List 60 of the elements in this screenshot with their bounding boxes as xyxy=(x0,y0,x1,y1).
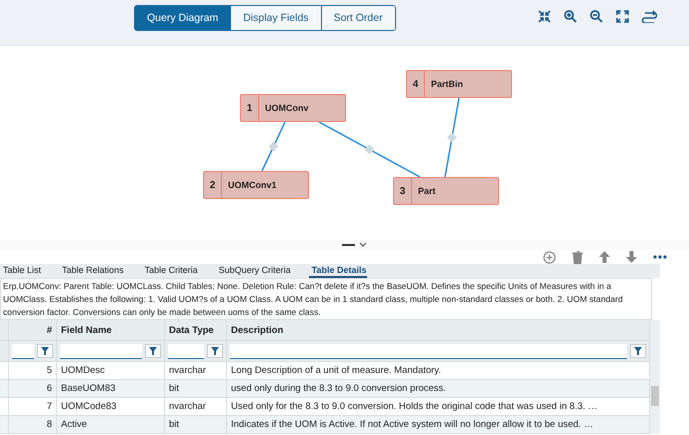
arrow-down-icon[interactable] xyxy=(626,251,637,263)
scrollbar[interactable] xyxy=(650,320,660,434)
table-number: 1 xyxy=(241,95,259,121)
collapse-icon[interactable] xyxy=(538,10,551,23)
arrow-up-icon[interactable] xyxy=(599,251,610,263)
filter-field[interactable] xyxy=(60,344,142,358)
column-header[interactable]: Field Name xyxy=(57,320,165,340)
expand-icon[interactable] xyxy=(616,10,629,23)
table-number: 4 xyxy=(407,71,425,97)
filter-icon xyxy=(211,347,219,355)
table-cell: bit xyxy=(165,416,227,433)
table-name: UOMConv xyxy=(264,103,308,113)
column-header[interactable]: # xyxy=(9,320,57,340)
filter-field[interactable] xyxy=(168,344,204,358)
view-tab[interactable]: Sort Order xyxy=(320,6,395,30)
filter-button[interactable] xyxy=(207,344,223,358)
filter-icon xyxy=(41,347,49,355)
filter-field[interactable] xyxy=(230,344,627,358)
detail-tab[interactable]: Table Relations xyxy=(59,265,124,278)
table-cell: 7 xyxy=(9,398,57,415)
detail-tab[interactable]: Table List xyxy=(0,265,42,278)
table-cell: BaseUOM83 xyxy=(57,380,165,397)
table-cell: bit xyxy=(165,380,227,397)
relation-line xyxy=(261,122,286,172)
column-header[interactable]: Data Type xyxy=(165,320,227,340)
splitter-handle-icon[interactable] xyxy=(342,241,368,249)
detail-tab[interactable]: SubQuery Criteria xyxy=(216,265,291,278)
table-cell: 6 xyxy=(9,380,57,397)
view-tab[interactable]: Query Diagram xyxy=(135,6,230,30)
table-number: 2 xyxy=(204,172,222,198)
table-name: UOMConv1 xyxy=(227,180,277,190)
more-icon[interactable] xyxy=(653,255,667,259)
table-node[interactable]: 1 UOMConv xyxy=(240,94,346,122)
filter-icon xyxy=(149,347,157,355)
table-cell: 5 xyxy=(9,362,57,379)
delete-icon[interactable] xyxy=(572,250,583,264)
detail-tab[interactable]: Table Criteria xyxy=(142,265,198,278)
filter-button[interactable] xyxy=(37,344,53,358)
filter-button[interactable] xyxy=(630,344,646,358)
add-icon[interactable] xyxy=(543,250,556,264)
filter-field[interactable] xyxy=(12,344,34,358)
table-node[interactable]: 3 Part xyxy=(393,177,499,205)
table-cell: nvarchar xyxy=(165,398,227,415)
view-tab[interactable]: Display Fields xyxy=(230,6,321,30)
table-node[interactable]: 2 UOMConv1 xyxy=(203,171,309,199)
table-name: Part xyxy=(417,186,436,196)
table-cell: nvarchar xyxy=(165,362,227,379)
filter-button[interactable] xyxy=(145,344,161,358)
table-node[interactable]: 4 PartBin xyxy=(406,70,512,98)
filter-icon xyxy=(634,347,642,355)
table-cell: UOMDesc xyxy=(57,362,165,379)
table-number: 3 xyxy=(394,178,412,204)
zoom-out-icon[interactable] xyxy=(590,10,603,23)
table-name: PartBin xyxy=(430,79,464,89)
zoom-in-icon[interactable] xyxy=(564,10,577,23)
detail-tab[interactable]: Table Details xyxy=(308,265,366,278)
table-cell: Active xyxy=(57,416,165,433)
table-description: Erp.UOMConv: Parent Table: UOMCLass. Child Tables; None. Deletion Rule: Can?t delete if it?s the BaseUOM. Defines the specific Units of Measures with in a UOMClass. Establishes the following: 1. Valid UOM?s of a UOM Class. A UOM can be in 1 standard class, multiple non-standard classes or both. 2. UOM standard conversion factor. Conversions can only be made between uoms of the same class. xyxy=(0,278,652,320)
table-cell: UOMCode83 xyxy=(57,398,165,415)
table-cell: 8 xyxy=(9,416,57,433)
